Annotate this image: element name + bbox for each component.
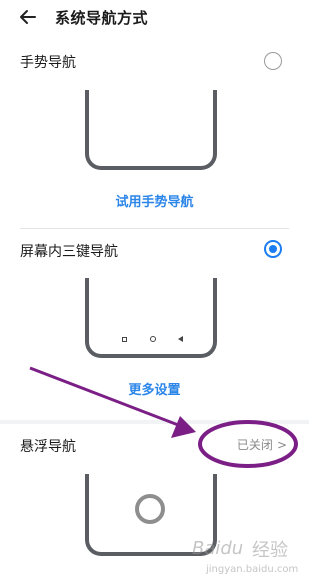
floating-nav-title: 悬浮导航: [20, 439, 76, 455]
try-gesture-nav-link[interactable]: 试用手势导航: [0, 191, 309, 210]
three-key-nav-radio[interactable]: [264, 240, 282, 258]
nav-circle-icon: [150, 336, 156, 342]
gesture-phone-illustration: [85, 90, 217, 170]
nav-square-icon: [122, 337, 127, 342]
page-title: 系统导航方式: [55, 9, 149, 27]
watermark-url: jingyan.baidu.com: [206, 564, 299, 575]
nav-back-triangle-icon: [178, 336, 183, 342]
app-header: 系统导航方式: [0, 0, 309, 36]
three-key-nav-title: 屏幕内三键导航: [20, 244, 118, 260]
three-key-phone-illustration: [85, 278, 217, 358]
chevron-right-icon: >: [276, 438, 287, 452]
gesture-nav-radio[interactable]: [264, 52, 282, 70]
back-arrow-icon[interactable]: [17, 6, 39, 28]
baidu-watermark: Baidu 经验 jingyan.baidu.com: [192, 536, 304, 582]
floating-nav-status-label: 已关闭: [236, 438, 273, 452]
settings-page: 系统导航方式 手势导航 试用手势导航 屏幕内三键导航 更多设置 悬浮导航 已关闭…: [0, 0, 309, 588]
watermark-cn: 经验: [252, 540, 288, 561]
watermark-brand: Baidu: [192, 538, 244, 559]
more-settings-link[interactable]: 更多设置: [0, 379, 309, 398]
float-ball-icon: [135, 494, 165, 524]
gesture-nav-title: 手势导航: [20, 55, 76, 71]
divider: [20, 228, 289, 229]
floating-nav-status[interactable]: 已关闭 >: [237, 436, 287, 453]
nav-options-card: 手势导航 试用手势导航 屏幕内三键导航 更多设置: [0, 36, 309, 420]
